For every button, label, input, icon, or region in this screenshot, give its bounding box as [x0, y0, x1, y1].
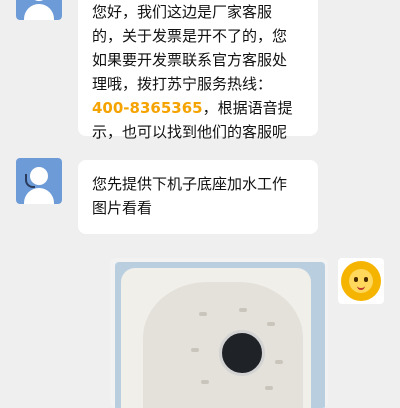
nub	[199, 312, 207, 316]
message-bubble-invoice[interactable]: 您好，我们这边是厂家客服 的，关于发票是开不了的，您 如果要开发票联系官方客服处…	[78, 0, 318, 141]
photo-thumbnail	[115, 262, 325, 408]
message-line: 您好，我们这边是厂家客服	[92, 3, 273, 21]
user-avatar-suning-lion-icon[interactable]	[338, 258, 384, 304]
message-line: 示，也可以找到他们的客服呢	[92, 123, 288, 141]
nub	[275, 360, 283, 364]
message-bubble-request-photo[interactable]: 您先提供下机子底座加水工作 图片看看	[78, 160, 318, 234]
agent-avatar-body-icon	[24, 188, 54, 204]
lion-eye	[354, 277, 358, 282]
bowl-inner	[143, 282, 303, 408]
agent-avatar[interactable]	[16, 0, 62, 20]
nub	[201, 380, 209, 384]
message-line: 如果要开发票联系官方客服处	[92, 51, 288, 69]
message-line: 您先提供下机子底座加水工作	[92, 175, 288, 193]
message-line: 图片看看	[92, 199, 153, 217]
nub	[267, 322, 275, 326]
drain-hole	[219, 330, 265, 376]
agent-avatar-head-icon	[30, 0, 48, 1]
agent-avatar[interactable]	[16, 158, 62, 204]
agent-avatar-body-icon	[24, 4, 54, 20]
message-line: 的，关于发票是开不了的，您	[92, 27, 288, 45]
nub	[239, 308, 247, 312]
message-text: ，根据语音提	[202, 99, 293, 117]
headset-mic-icon	[25, 174, 35, 188]
lion-eye	[364, 277, 368, 282]
message-line: 理哦，拨打苏宁服务热线：	[92, 75, 273, 93]
nub	[265, 386, 273, 390]
hotline-number-link[interactable]: 400-8365365	[92, 99, 203, 117]
nub	[191, 348, 199, 352]
water-tank-base-photo	[121, 268, 311, 408]
image-message[interactable]	[110, 258, 328, 408]
message-line-hotline: 400-8365365，根据语音提	[92, 96, 304, 120]
